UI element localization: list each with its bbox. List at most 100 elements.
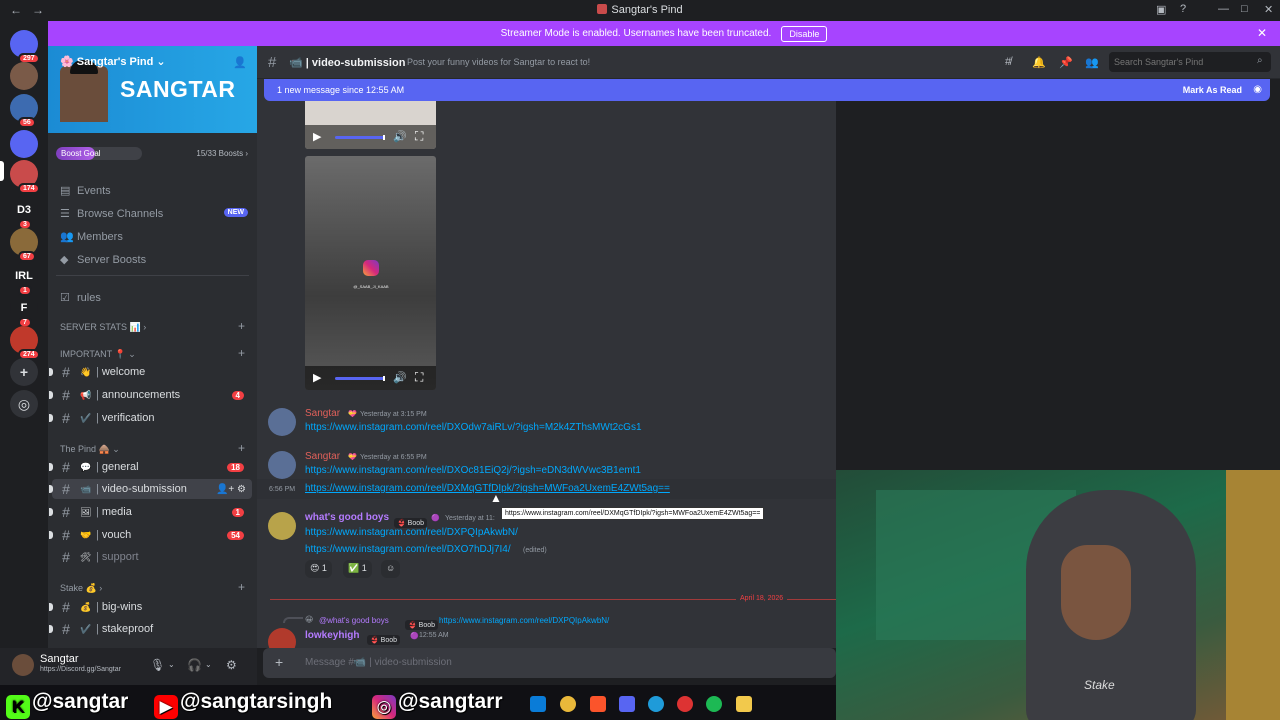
- attach-plus-icon[interactable]: +: [275, 654, 283, 670]
- channel-support[interactable]: # 🛠 | support: [52, 547, 252, 567]
- microphone-icon[interactable]: 🎙: [150, 658, 165, 672]
- brave-icon[interactable]: [590, 696, 606, 712]
- mark-as-read-button[interactable]: Mark As Read: [1183, 85, 1242, 95]
- edge-icon[interactable]: [648, 696, 664, 712]
- help-icon[interactable]: ?: [1180, 3, 1186, 15]
- message-input[interactable]: Message #📹 | video-submission: [305, 657, 452, 668]
- chevron-down-icon[interactable]: ⌄: [168, 660, 175, 669]
- message-author[interactable]: Sangtar: [305, 451, 340, 462]
- nav-members[interactable]: 👥 Members: [60, 230, 123, 243]
- add-reaction-button[interactable]: ☺: [381, 560, 401, 578]
- play-icon[interactable]: ▶: [313, 130, 321, 143]
- reaction-heart-eyes[interactable]: 😍 1: [305, 560, 332, 578]
- server-avatar[interactable]: 274: [10, 326, 40, 360]
- volume-icon[interactable]: 🔊: [393, 371, 407, 384]
- new-messages-bar[interactable]: 1 new message since 12:55 AM Mark As Rea…: [264, 79, 1270, 101]
- avatar[interactable]: [268, 512, 296, 540]
- avatar[interactable]: [268, 408, 296, 436]
- channel-settings-icon[interactable]: 👤+ ⚙: [216, 484, 246, 495]
- nav-rules[interactable]: ☑ rules: [60, 291, 101, 304]
- add-channel-icon[interactable]: +: [238, 346, 245, 360]
- boost-goal-bar[interactable]: Boost Goal 15/33 Boosts ›: [56, 147, 248, 160]
- discord-taskbar-icon[interactable]: [619, 696, 635, 712]
- message-link[interactable]: https://www.instagram.com/reel/DXOc81EiQ…: [305, 465, 641, 476]
- inbox-icon[interactable]: ▣: [1156, 3, 1166, 16]
- message-author[interactable]: what's good boys: [305, 512, 389, 523]
- reply-author[interactable]: @what's good boys: [319, 616, 389, 625]
- message-link[interactable]: https://www.instagram.com/reel/DXPQIpAkw…: [305, 527, 518, 538]
- spotify-icon[interactable]: [706, 696, 722, 712]
- fullscreen-icon[interactable]: ⛶: [415, 370, 423, 385]
- invite-people-icon[interactable]: 👤: [233, 56, 247, 69]
- gear-icon[interactable]: ⚙: [226, 658, 237, 672]
- add-channel-icon[interactable]: +: [238, 580, 245, 594]
- channel-verification[interactable]: # ✔️ | verification: [49, 408, 252, 428]
- avatar[interactable]: [12, 654, 34, 676]
- server-avatar[interactable]: 67: [10, 228, 38, 262]
- server-avatar[interactable]: 56: [10, 94, 38, 128]
- fullscreen-icon[interactable]: ⛶: [415, 129, 423, 144]
- threads-icon[interactable]: #̸: [1005, 56, 1011, 68]
- bell-icon[interactable]: 🔔: [1032, 56, 1046, 69]
- reply-link[interactable]: https://www.instagram.com/reel/DXPQIpAkw…: [439, 616, 609, 625]
- close-icon[interactable]: ✕: [1257, 26, 1267, 40]
- message-author[interactable]: Sangtar: [305, 408, 340, 419]
- video-attachment[interactable]: @_SAAB_JI_KAAB ▶ 🔊 ⛶: [305, 156, 436, 390]
- channel-big-wins[interactable]: # 💰 | big-wins: [49, 597, 252, 617]
- file-explorer-icon[interactable]: [736, 696, 752, 712]
- message-composer[interactable]: + Message #📹 | video-submission: [263, 648, 836, 678]
- channel-welcome[interactable]: # 👋 | welcome: [49, 362, 252, 382]
- username[interactable]: Sangtar: [40, 653, 79, 665]
- play-icon[interactable]: ▶: [313, 371, 321, 384]
- server-avatar[interactable]: 174: [10, 160, 40, 194]
- add-channel-icon[interactable]: +: [238, 319, 245, 333]
- category-important[interactable]: IMPORTANT 📍 ⌄: [60, 349, 136, 360]
- volume-icon[interactable]: 🔊: [393, 130, 407, 143]
- reaction-check[interactable]: ✅ 1: [343, 560, 372, 578]
- server-avatar[interactable]: D3 3: [10, 196, 38, 230]
- add-channel-icon[interactable]: +: [238, 441, 245, 455]
- message-link[interactable]: https://www.instagram.com/reel/DXMqGTfDI…: [305, 483, 670, 494]
- category-stake[interactable]: Stake 💰 ›: [60, 583, 102, 594]
- add-server-icon[interactable]: +: [10, 358, 38, 386]
- channel-vouch[interactable]: # 🤝 | vouch 54: [49, 525, 252, 545]
- maximize-icon[interactable]: □: [1241, 3, 1248, 15]
- minimize-icon[interactable]: —: [1218, 3, 1229, 15]
- channel-announcements[interactable]: # 📢 | announcements 4: [49, 385, 252, 405]
- app-icon[interactable]: [677, 696, 693, 712]
- channel-media[interactable]: # 🖼 | media 1: [49, 502, 252, 522]
- disable-streamer-button[interactable]: Disable: [781, 25, 828, 42]
- message-author[interactable]: lowkeyhigh: [305, 630, 359, 641]
- channel-video-submission[interactable]: # 📹 | video-submission 👤+ ⚙: [49, 479, 252, 499]
- message-link[interactable]: https://www.instagram.com/reel/DXO7hDJj7…: [305, 544, 511, 555]
- video-progress[interactable]: [335, 376, 385, 381]
- chrome-icon[interactable]: [560, 696, 576, 712]
- message-link[interactable]: https://www.instagram.com/reel/DXOdw7aiR…: [305, 422, 642, 433]
- close-window-icon[interactable]: ✕: [1264, 3, 1273, 16]
- discord-home-icon[interactable]: 297: [10, 30, 40, 64]
- nav-browse-channels[interactable]: ☰ Browse Channels: [60, 207, 163, 220]
- avatar[interactable]: [268, 451, 296, 479]
- nav-events[interactable]: ▤ Events: [60, 184, 111, 197]
- windows-start-icon[interactable]: [530, 696, 546, 712]
- search-input[interactable]: [1109, 52, 1271, 72]
- server-banner[interactable]: SANGTAR 🌸 Sangtar's Pind ⌄ 👤: [48, 46, 257, 133]
- pin-icon[interactable]: 📌: [1059, 56, 1073, 69]
- avatar[interactable]: [268, 628, 296, 648]
- headphones-icon[interactable]: 🎧: [187, 658, 202, 672]
- channel-general[interactable]: # 💬 | general 18: [49, 457, 252, 477]
- member-list-icon[interactable]: 👥: [1085, 56, 1099, 69]
- nav-server-boosts[interactable]: ◆ Server Boosts: [60, 253, 146, 266]
- chevron-down-icon[interactable]: ⌄: [205, 660, 212, 669]
- server-avatar[interactable]: F7: [10, 294, 38, 328]
- channel-topic[interactable]: Post your funny videos for Sangtar to re…: [407, 57, 590, 67]
- discover-icon[interactable]: ◎: [10, 390, 38, 418]
- channel-stakeproof[interactable]: # ✔️ | stakeproof: [49, 619, 252, 639]
- server-avatar[interactable]: [10, 62, 38, 90]
- server-name[interactable]: 🌸 Sangtar's Pind ⌄: [60, 55, 166, 68]
- video-progress[interactable]: [335, 135, 385, 140]
- category-server-stats[interactable]: SERVER STATS 📊 ›: [60, 322, 146, 333]
- category-the-pind[interactable]: The Pind 🛖 ⌄: [60, 444, 120, 455]
- folder-icon[interactable]: [10, 130, 38, 158]
- server-avatar[interactable]: IRL 1: [10, 262, 38, 296]
